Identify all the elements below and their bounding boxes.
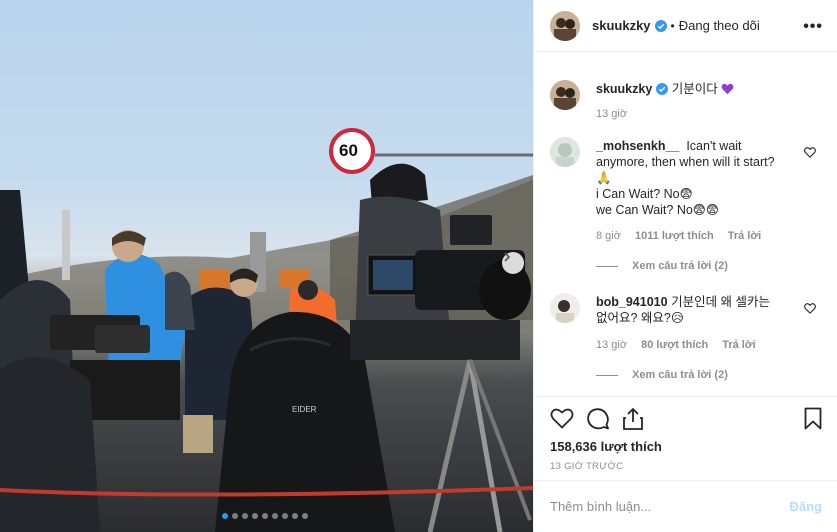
comment-input[interactable] (550, 499, 790, 514)
like-count[interactable]: 158,636 lượt thích (550, 439, 662, 454)
carousel-dot (302, 513, 308, 519)
caption-time[interactable]: 13 giờ (596, 108, 627, 120)
avatar-image (550, 80, 580, 110)
caption-username[interactable]: skuukzky (596, 82, 652, 96)
comment-bubble-icon[interactable] (586, 407, 610, 431)
verified-badge-icon (654, 19, 667, 32)
carousel-dot (252, 513, 258, 519)
comment-item: _mohsenkh__ Ican't wait anymore, then wh… (550, 137, 830, 277)
avatar-image (550, 137, 580, 167)
post-photo[interactable]: EIDER 60 (0, 0, 533, 532)
post-comment-button[interactable]: Đăng (790, 499, 823, 514)
purple-heart-icon (721, 83, 734, 95)
replies-divider (596, 265, 618, 267)
post-side-panel: skuukzky • Đang theo dõi ••• skuukzky 기분… (533, 0, 837, 532)
comment-time[interactable]: 13 giờ (596, 339, 627, 351)
comment-username[interactable]: bob_941010 (596, 295, 668, 309)
header-separator: • (670, 18, 675, 33)
caption-body: 기분이다 (671, 82, 718, 96)
reply-button[interactable]: Trả lời (722, 339, 756, 351)
carousel-dot (222, 513, 228, 519)
comment-text: bob_941010 기분인데 왜 셀카는 없어요? 왜요?😥 (596, 294, 786, 326)
speed-sign-number: 60 (339, 141, 358, 160)
carousel-indicator (222, 513, 308, 519)
replies-divider (596, 374, 618, 376)
view-replies-label: Xem câu trả lời (2) (632, 369, 728, 381)
following-button[interactable]: Đang theo dõi (679, 18, 760, 33)
more-options-button[interactable]: ••• (803, 18, 823, 36)
caption-meta: 13 giờ (596, 108, 627, 120)
view-replies-label: Xem câu trả lời (2) (632, 260, 728, 272)
avatar[interactable] (550, 80, 580, 110)
comment-line: anymore, then when will it start? (596, 155, 775, 169)
comment-line: i Can Wait? No😨 (596, 187, 693, 201)
avatar-image (550, 293, 580, 323)
chevron-right-icon (504, 252, 511, 262)
comment-time[interactable]: 8 giờ (596, 230, 621, 242)
like-comment-heart-icon[interactable] (804, 303, 816, 314)
comment-likes[interactable]: 1011 lượt thích (635, 230, 714, 242)
avatar[interactable] (550, 293, 580, 323)
verified-badge-icon (656, 83, 669, 95)
carousel-dot (292, 513, 298, 519)
post-header: skuukzky • Đang theo dõi (534, 0, 837, 52)
post-timestamp[interactable]: 13 GIỜ TRƯỚC (550, 461, 623, 472)
comment-line: 없어요? 왜요?😥 (596, 311, 684, 325)
caption: skuukzky 기분이다 13 giờ (550, 80, 830, 124)
like-heart-icon[interactable] (550, 407, 574, 429)
comment-meta: 8 giờ 1011 lượt thích Trả lời (596, 230, 761, 242)
reply-button[interactable]: Trả lời (728, 230, 762, 242)
next-photo-button[interactable] (502, 252, 524, 274)
comment-likes[interactable]: 80 lượt thích (641, 339, 708, 351)
comment-line: we Can Wait? No😨😨 (596, 203, 719, 217)
svg-text:EIDER: EIDER (292, 405, 317, 414)
view-replies-button[interactable]: Xem câu trả lời (2) (596, 260, 728, 272)
carousel-dot (262, 513, 268, 519)
avatar[interactable] (550, 137, 580, 167)
photo-illustration: EIDER (0, 128, 533, 532)
avatar-image (550, 10, 580, 41)
carousel-dot (232, 513, 238, 519)
carousel-dot (242, 513, 248, 519)
share-icon[interactable] (622, 407, 644, 431)
header-username[interactable]: skuukzky (592, 18, 651, 33)
comment-meta: 13 giờ 80 lượt thích Trả lời (596, 339, 756, 351)
like-comment-heart-icon[interactable] (804, 147, 816, 158)
view-replies-button[interactable]: Xem câu trả lời (2) (596, 369, 728, 381)
instagram-post-view: EIDER 60 skuukzky • Đang theo dõi ••• sk… (0, 0, 837, 532)
comment-line: 기분인데 왜 셀카는 (671, 295, 771, 309)
carousel-dot (282, 513, 288, 519)
bookmark-icon[interactable] (804, 407, 822, 430)
comment-item: bob_941010 기분인데 왜 셀카는 없어요? 왜요?😥 13 giờ 8… (550, 293, 830, 388)
caption-text: skuukzky 기분이다 (596, 81, 826, 97)
carousel-dot (272, 513, 278, 519)
comment-text: _mohsenkh__ Ican't wait anymore, then wh… (596, 138, 786, 218)
avatar[interactable] (550, 10, 580, 41)
comment-username[interactable]: _mohsenkh__ (596, 139, 679, 153)
comment-line: 🙏 (596, 171, 612, 185)
add-comment-bar: Đăng (534, 480, 837, 532)
comment-line: Ican't wait (686, 139, 742, 153)
